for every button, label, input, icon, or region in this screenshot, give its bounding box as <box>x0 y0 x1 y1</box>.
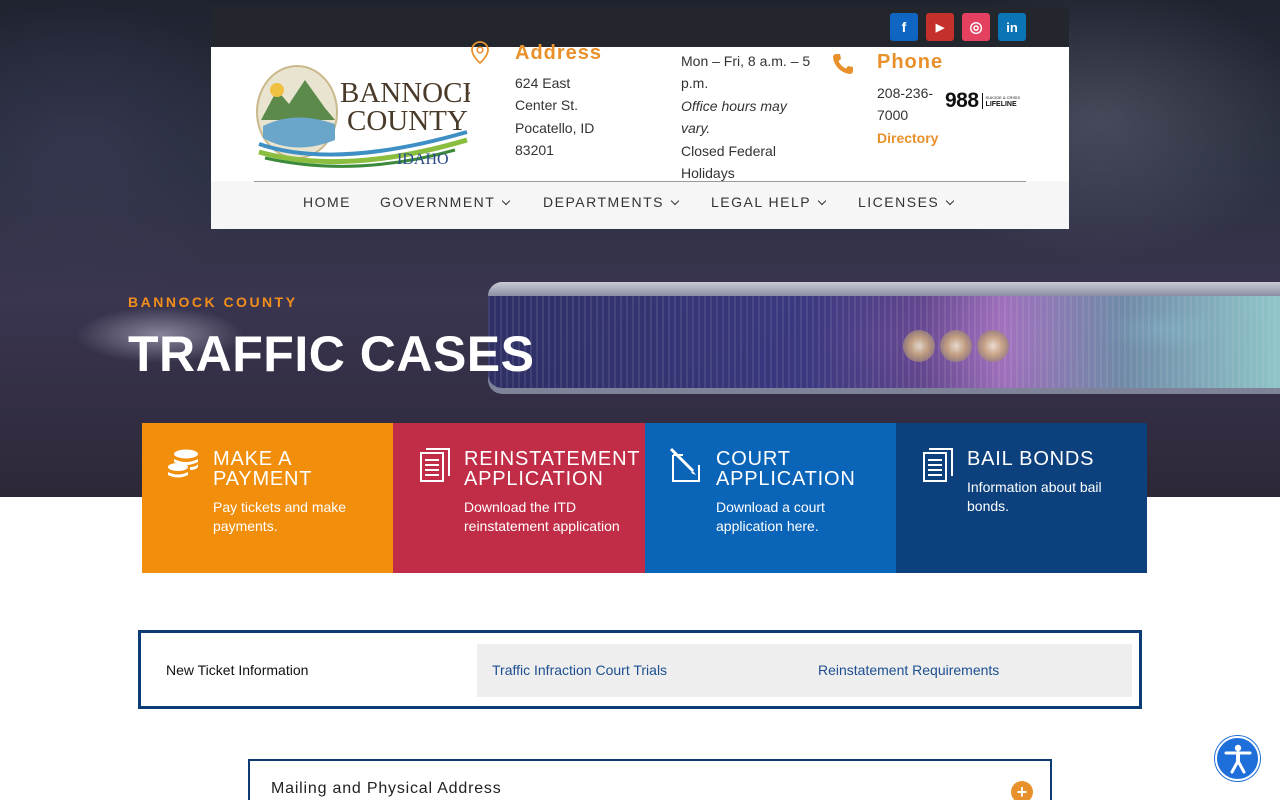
page-kicker: BANNOCK COUNTY <box>128 294 298 310</box>
card-desc-line: Information about bail <box>967 479 1102 495</box>
nav-home[interactable]: HOME <box>303 194 351 210</box>
youtube-icon[interactable]: ▶ <box>926 13 954 41</box>
accessibility-button[interactable] <box>1215 736 1260 781</box>
logo-text-county: COUNTY <box>347 105 468 137</box>
linkedin-icon[interactable]: in <box>998 13 1026 41</box>
card-title-line: APPLICATION <box>716 468 856 490</box>
988-lifeline-logo[interactable]: 988 SUICIDE & CRISIS LIFELINE <box>945 89 1020 113</box>
phone-number-line[interactable]: 208-236- <box>877 82 938 104</box>
card-desc-line: bonds. <box>967 498 1010 514</box>
lifeline-small-text: SUICIDE & CRISIS <box>985 95 1020 100</box>
card-desc-line: payments. <box>213 518 278 534</box>
light-led <box>977 330 1009 362</box>
card-desc-line: Download a court <box>716 499 825 515</box>
bannock-county-logo[interactable]: BANNOCK COUNTY IDAHO <box>255 60 470 170</box>
nav-government[interactable]: GOVERNMENT <box>380 194 511 210</box>
card-title: COURT APPLICATION <box>716 449 856 489</box>
police-lightbar-image <box>488 282 1280 394</box>
chevron-down-icon <box>817 196 827 205</box>
card-description: Download the ITD reinstatement applicati… <box>464 498 620 536</box>
phone-title: Phone <box>877 51 944 73</box>
chevron-down-icon <box>502 196 511 205</box>
hours-line: p.m. <box>681 75 709 92</box>
plus-icon[interactable]: + <box>1011 781 1033 800</box>
card-desc-line: reinstatement application <box>464 518 620 534</box>
instagram-icon[interactable]: ◎ <box>962 13 990 41</box>
nav-government-label: GOVERNMENT <box>380 194 496 210</box>
nav-home-label: HOME <box>303 194 351 210</box>
nav-licenses-label: LICENSES <box>858 194 940 210</box>
hours-note: vary. <box>681 120 711 137</box>
facebook-icon[interactable]: f <box>890 13 918 41</box>
nav-divider <box>254 181 1026 182</box>
card-bail-bonds[interactable]: BAIL BONDS Information about bail bonds. <box>896 423 1147 573</box>
hours-line: Mon – Fri, 8 a.m. – 5 <box>681 53 811 69</box>
tab-traffic-infraction-court-trials[interactable]: Traffic Infraction Court Trials <box>492 662 667 678</box>
card-description: Download a court application here. <box>716 498 825 536</box>
address-title: Address <box>515 42 603 64</box>
hours-note: Office hours may <box>681 97 787 114</box>
card-description: Pay tickets and make payments. <box>213 498 346 536</box>
document-icon <box>420 448 450 482</box>
card-title-line: COURT <box>716 448 791 470</box>
coins-icon <box>168 449 198 478</box>
nav-departments-label: DEPARTMENTS <box>543 194 664 210</box>
accordion-title: Mailing and Physical Address <box>271 780 502 797</box>
chevron-down-icon <box>946 196 955 205</box>
page-title: TRAFFIC CASES <box>128 326 535 382</box>
tab-new-ticket-information[interactable]: New Ticket Information <box>166 662 308 678</box>
card-make-payment[interactable]: MAKE A PAYMENT Pay tickets and make paym… <box>142 423 393 573</box>
card-desc-line: Download the ITD <box>464 499 577 515</box>
card-court-application[interactable]: COURT APPLICATION Download a court appli… <box>645 423 896 573</box>
phone-number-line[interactable]: 7000 <box>877 104 938 126</box>
nav-legal-help[interactable]: LEGAL HELP <box>711 194 827 210</box>
card-title: BAIL BONDS <box>967 449 1094 469</box>
tabs-container: New Ticket Information Traffic Infractio… <box>138 630 1142 709</box>
document-icon <box>923 448 953 482</box>
card-reinstatement-application[interactable]: REINSTATEMENT APPLICATION Download the I… <box>393 423 645 573</box>
card-title-line: MAKE A <box>213 448 293 470</box>
phone-block: 208-236- 7000 Directory <box>877 82 938 149</box>
tab-reinstatement-requirements[interactable]: Reinstatement Requirements <box>818 662 999 678</box>
card-description: Information about bail bonds. <box>967 478 1102 516</box>
hours-line: Closed Federal <box>681 142 776 159</box>
nav-departments[interactable]: DEPARTMENTS <box>543 194 680 210</box>
chevron-down-icon <box>670 196 680 205</box>
top-bar: f ▶ ◎ in <box>211 7 1069 47</box>
light-led <box>940 330 972 362</box>
accessibility-icon <box>1224 744 1251 773</box>
accordion-mailing-address[interactable]: Mailing and Physical Address + <box>248 759 1052 800</box>
nav-licenses[interactable]: LICENSES <box>858 194 955 210</box>
office-hours: Mon – Fri, 8 a.m. – 5 p.m. Office hours … <box>681 50 810 184</box>
card-title-line: PAYMENT <box>213 468 313 490</box>
lifeline-number: 988 <box>945 89 979 112</box>
edit-icon <box>669 447 700 482</box>
card-desc-line: application here. <box>716 518 819 534</box>
phone-icon <box>833 54 853 74</box>
directory-link[interactable]: Directory <box>877 127 938 149</box>
card-title: REINSTATEMENT APPLICATION <box>464 449 640 489</box>
address-block: 624 East Center St. Pocatello, ID 83201 <box>515 72 594 162</box>
address-line: 624 East <box>515 75 571 91</box>
card-title-line: BAIL BONDS <box>967 448 1095 470</box>
lightbar-cap <box>488 282 1280 296</box>
address-line: Center St. <box>515 97 579 114</box>
card-title: MAKE A PAYMENT <box>213 449 312 489</box>
light-led <box>903 330 935 362</box>
nav-legal-help-label: LEGAL HELP <box>711 194 812 210</box>
logo-text-idaho: IDAHO <box>397 151 449 168</box>
card-desc-line: Pay tickets and make <box>213 499 347 515</box>
card-title-line: APPLICATION <box>464 468 604 490</box>
card-title-line: REINSTATEMENT <box>464 448 641 470</box>
site-header: BANNOCK COUNTY IDAHO Address 624 East Ce… <box>211 41 1069 229</box>
address-line: 83201 <box>515 142 554 159</box>
location-pin-icon <box>471 41 489 65</box>
lifeline-label: LIFELINE <box>985 101 1017 108</box>
address-line: Pocatello, ID <box>515 119 595 136</box>
hours-line: Holidays <box>681 165 735 182</box>
